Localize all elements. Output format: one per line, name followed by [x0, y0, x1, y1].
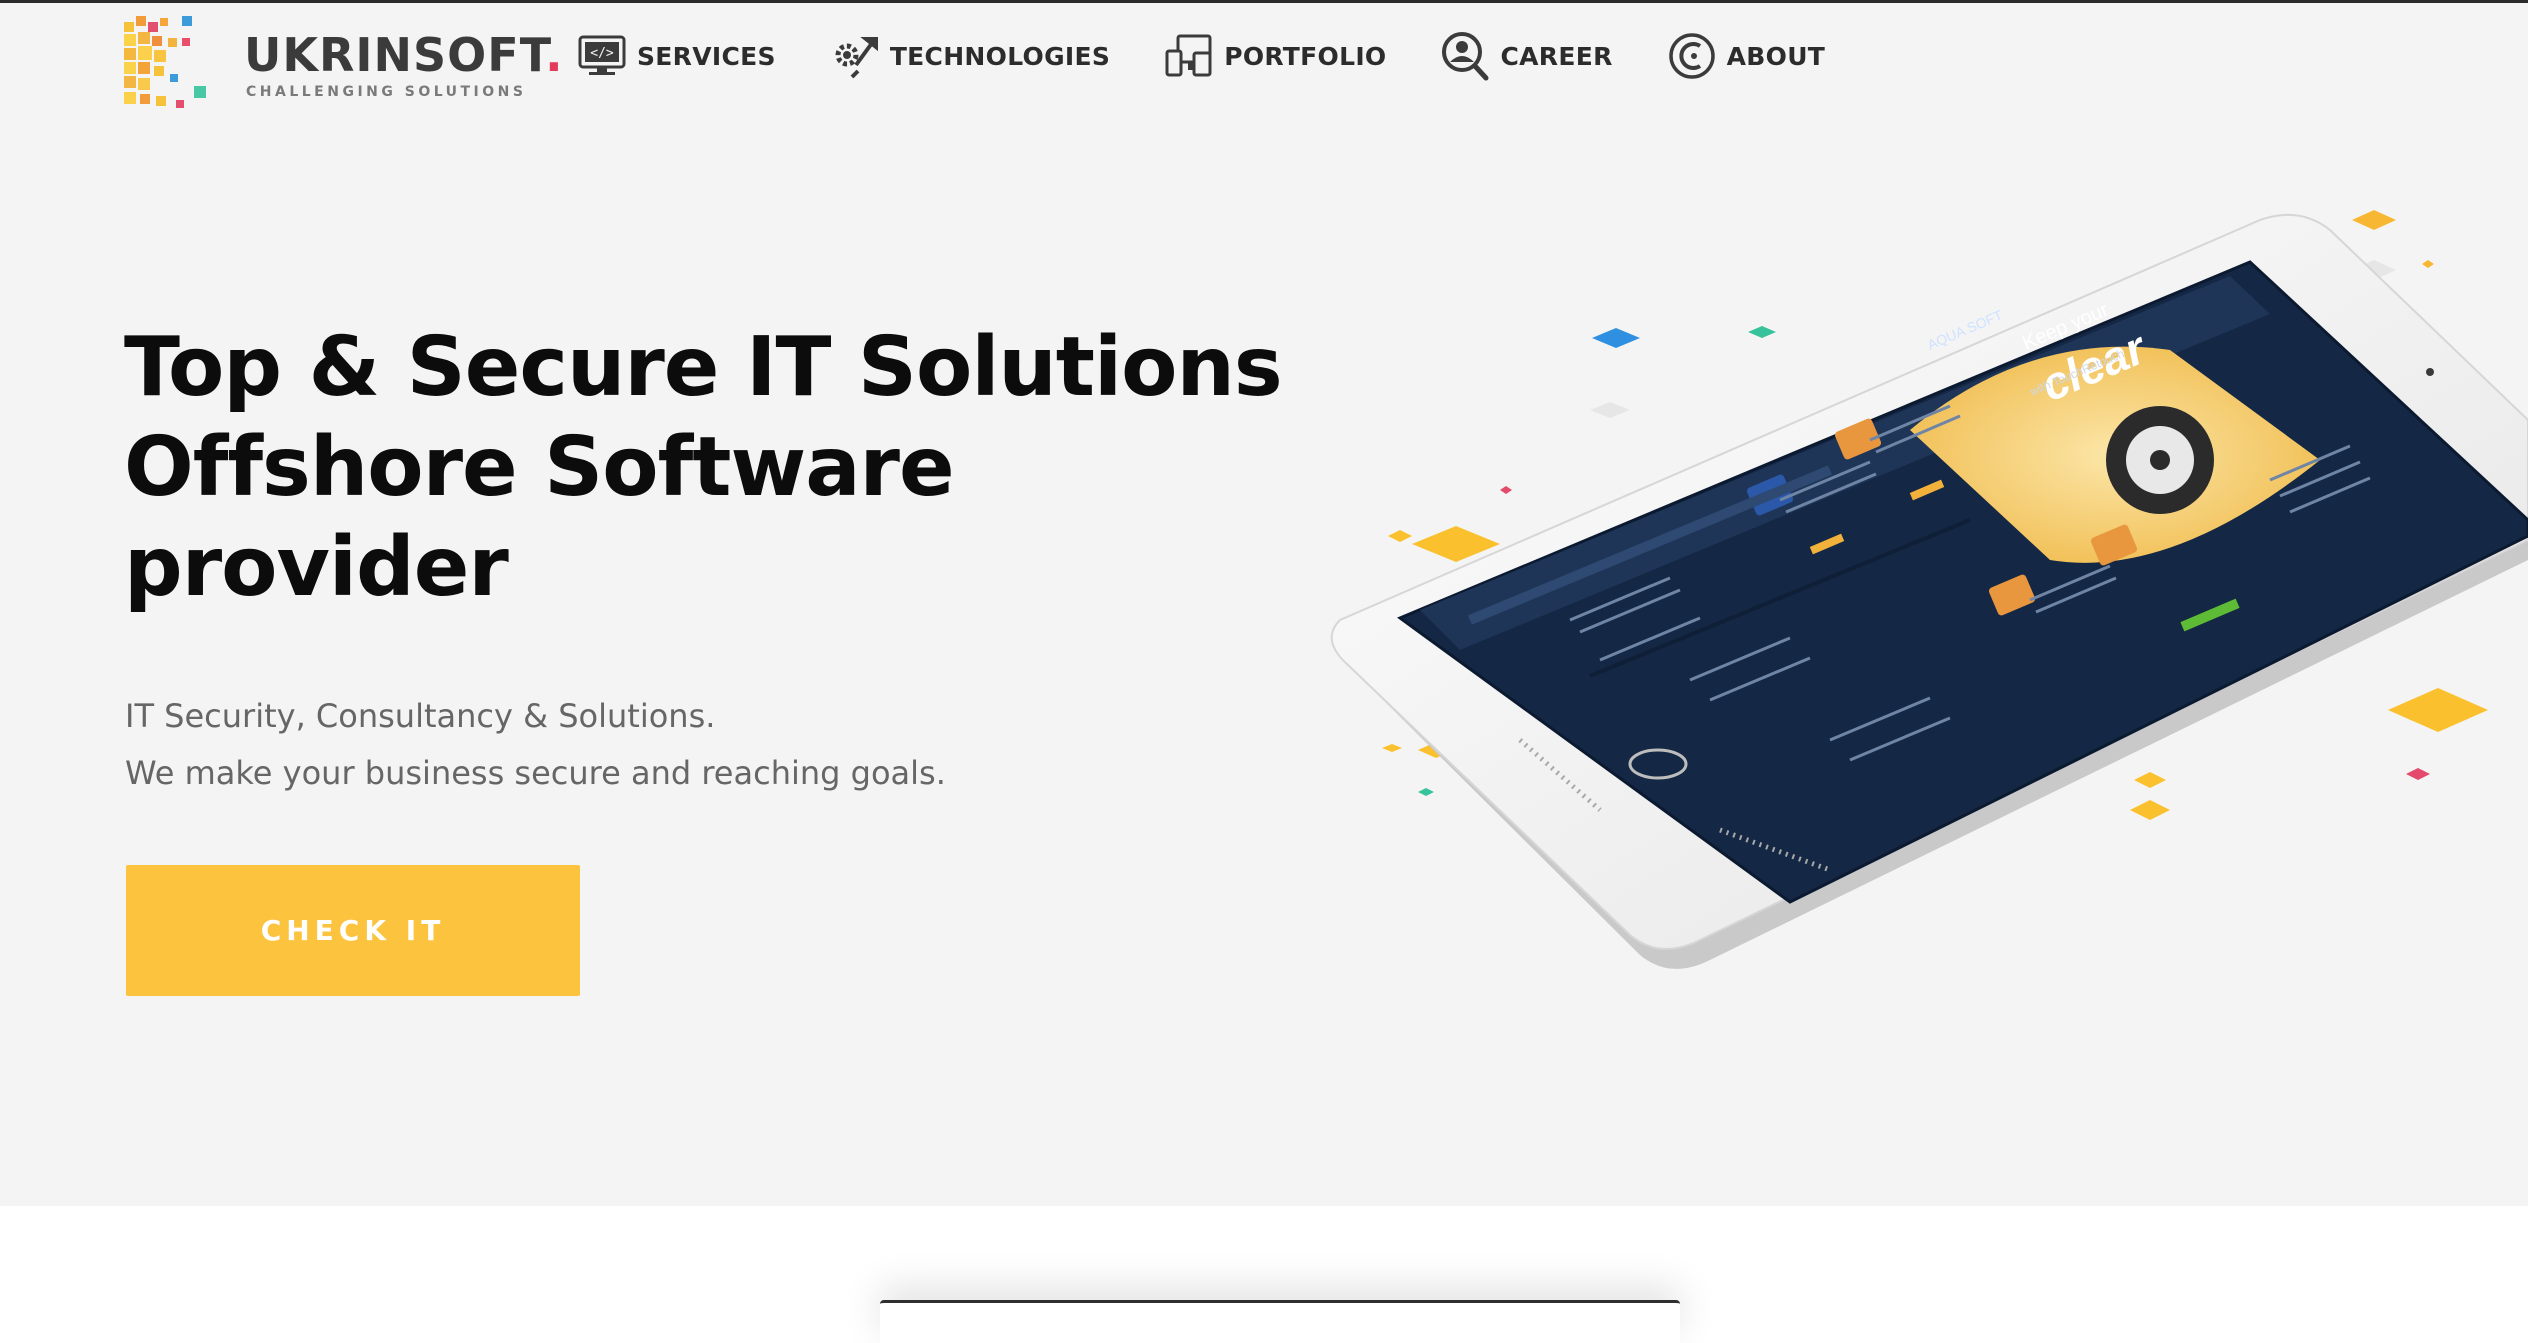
brand-tagline: CHALLENGING SOLUTIONS [246, 84, 527, 100]
nav-label-technologies: TECHNOLOGIES [889, 41, 1111, 71]
main-navigation: </> SERVICES TECHNOLOGIES PORTFOLIO CARE… [577, 24, 1879, 88]
devices-icon [1165, 34, 1212, 77]
headline-line-1: Top & Secure IT Solutions [124, 320, 1283, 415]
headline-line-2: Offshore Software [124, 420, 955, 515]
nav-label-about: ABOUT [1726, 41, 1826, 71]
gear-wrench-icon [835, 37, 878, 79]
subtext-line-1: IT Security, Consultancy & Solutions. [125, 697, 716, 735]
compass-c-icon [1668, 33, 1715, 79]
headline-line-3: provider [124, 520, 509, 615]
check-it-button[interactable]: CHECK IT [126, 865, 580, 996]
nav-item-portfolio[interactable]: PORTFOLIO [1164, 33, 1386, 79]
monitor-code-icon: </> [578, 35, 626, 75]
hero-subtext: IT Security, Consultancy & Solutions. We… [125, 688, 946, 802]
subtext-line-2: We make your business secure and reachin… [125, 754, 946, 792]
svg-text:</>: </> [590, 46, 614, 61]
user-search-icon [1442, 32, 1489, 81]
logo-pixel-mark-icon [124, 16, 206, 108]
nav-item-services[interactable]: </> SERVICES [577, 33, 776, 79]
nav-item-about[interactable]: ABOUT [1667, 30, 1826, 82]
nav-label-portfolio: PORTFOLIO [1224, 41, 1387, 71]
nav-label-career: CAREER [1500, 41, 1613, 71]
window-right-edge [2528, 0, 2538, 1320]
nav-item-technologies[interactable]: TECHNOLOGIES [830, 31, 1110, 81]
brand-name: UKRINSOFT. [244, 28, 564, 82]
check-it-label: CHECK IT [260, 914, 446, 947]
hero-headline: Top & Secure IT Solutions Offshore Softw… [124, 318, 1304, 618]
tablet-illustration: AQUA SOFT Keep your clear with TouchReto… [1330, 210, 2528, 969]
nav-label-services: SERVICES [637, 41, 776, 71]
brand-logo[interactable]: UKRINSOFT. CHALLENGING SOLUTIONS [124, 16, 563, 116]
next-section-card [880, 1300, 1680, 1343]
nav-item-career[interactable]: CAREER [1440, 30, 1612, 82]
